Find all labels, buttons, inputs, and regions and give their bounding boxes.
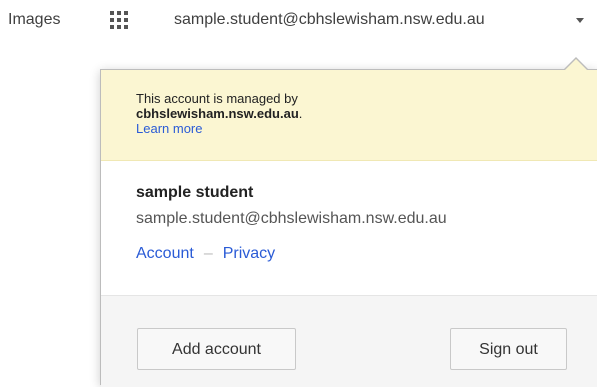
account-popup: This account is managed by cbhslewisham.… <box>100 69 597 387</box>
caret-down-icon[interactable] <box>576 18 584 23</box>
notice-domain: cbhslewisham.nsw.edu.au. <box>136 106 302 121</box>
account-links: Account – Privacy <box>136 245 275 263</box>
notice-domain-text: cbhslewisham.nsw.edu.au <box>136 106 299 121</box>
account-switcher-email[interactable]: sample.student@cbhslewisham.nsw.edu.au <box>174 11 485 29</box>
link-separator: – <box>203 245 213 262</box>
user-email: sample.student@cbhslewisham.nsw.edu.au <box>136 210 447 227</box>
user-name: sample student <box>136 184 254 201</box>
learn-more-link[interactable]: Learn more <box>136 121 202 136</box>
notice-domain-suffix: . <box>298 106 303 121</box>
notice-text: This account is managed by <box>136 91 298 106</box>
add-account-button[interactable]: Add account <box>137 328 296 370</box>
account-link[interactable]: Account <box>136 245 194 262</box>
images-link[interactable]: Images <box>8 11 60 29</box>
apps-grid-icon[interactable] <box>110 11 128 29</box>
top-bar: Images sample.student@cbhslewisham.nsw.e… <box>0 0 597 44</box>
privacy-link[interactable]: Privacy <box>223 245 275 262</box>
managed-account-notice: This account is managed by cbhslewisham.… <box>101 70 597 161</box>
popup-footer: Add account Sign out <box>101 295 597 387</box>
sign-out-button[interactable]: Sign out <box>450 328 567 370</box>
popup-arrow-fill <box>565 59 587 70</box>
